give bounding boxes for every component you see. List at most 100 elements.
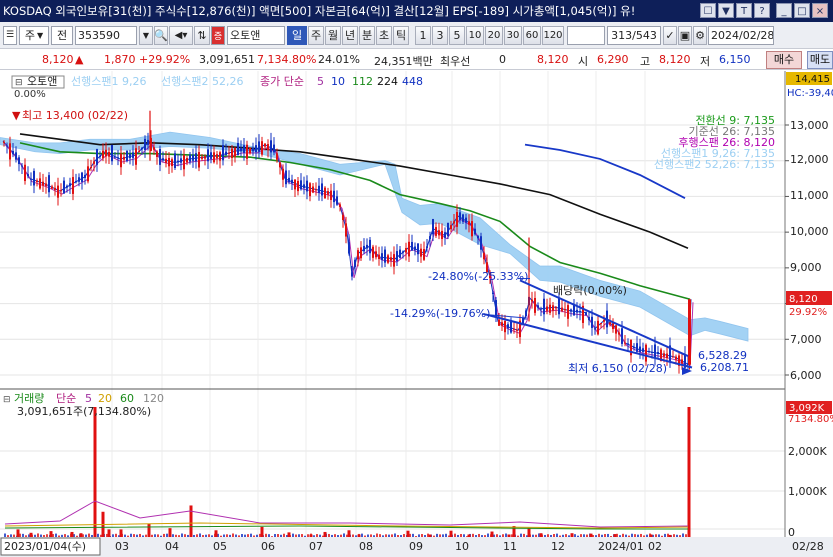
- candle-body: [651, 351, 653, 353]
- sort-icon[interactable]: ⇅: [194, 25, 210, 45]
- candle-body: [579, 310, 581, 313]
- volume-bar-small: [256, 534, 258, 537]
- tab-monthly[interactable]: 월: [325, 25, 341, 45]
- window-title: KOSDAQ 외국인보유[31(천)] 주식수[12,876(천)] 액면[50…: [3, 4, 636, 18]
- maximize-icon[interactable]: □: [794, 3, 810, 18]
- candle-body: [657, 352, 659, 354]
- candle-body: [186, 158, 188, 163]
- interval-60[interactable]: 60: [523, 25, 541, 45]
- dropdown-icon[interactable]: ▼: [718, 3, 734, 18]
- text-icon[interactable]: T: [736, 3, 752, 18]
- tab-yearly[interactable]: 년: [342, 25, 358, 45]
- volume-bar-small: [382, 535, 384, 537]
- close-icon[interactable]: ×: [812, 3, 828, 18]
- x-axis-end: 02/28: [792, 540, 824, 553]
- annotation-line2: 6,208.71: [700, 361, 749, 374]
- volume-bar-small: [268, 534, 270, 537]
- volume-bar-small: [229, 534, 231, 537]
- candle-body: [387, 255, 389, 263]
- volume-bar-small: [136, 534, 138, 537]
- price-volume-chart[interactable]: 오토앤 ⊟ 선행스팬1 9,26 선행스팬2 52,26 종가 단순 5 10 …: [0, 71, 833, 557]
- candle-body: [84, 174, 86, 178]
- interval-20[interactable]: 20: [485, 25, 503, 45]
- volume-bar-small: [664, 533, 666, 537]
- volume-ma-label: 단순: [56, 392, 76, 405]
- candle-body: [675, 356, 677, 360]
- open-label: 시: [578, 55, 589, 68]
- settings-icon[interactable]: ⚙: [693, 25, 707, 45]
- volume-bar-small: [676, 534, 678, 537]
- candle-body: [45, 183, 47, 186]
- interval-5[interactable]: 5: [449, 25, 465, 45]
- volume-bar: [119, 529, 123, 537]
- interval-120[interactable]: 120: [542, 25, 564, 45]
- volume-bar-small: [370, 534, 372, 537]
- candle-body: [363, 245, 365, 252]
- volume-bar: [49, 531, 53, 537]
- tab-daily[interactable]: 일: [287, 25, 307, 45]
- candle-body: [126, 150, 128, 162]
- code-dropdown-icon[interactable]: ▼: [139, 25, 153, 45]
- candle-body: [435, 227, 437, 236]
- up-arrow-icon: ▲: [75, 53, 84, 66]
- candle-body: [543, 298, 545, 315]
- buy-button[interactable]: 매수: [766, 51, 802, 69]
- date-input[interactable]: 2024/02/28: [708, 25, 774, 45]
- interval-10[interactable]: 10: [466, 25, 484, 45]
- volume-bar-small: [634, 534, 636, 537]
- minimize-icon[interactable]: _: [776, 3, 792, 18]
- candle-body: [402, 251, 404, 253]
- volume-ma5: 5: [85, 392, 92, 405]
- chart-area[interactable]: 오토앤 ⊟ 선행스팬1 9,26 선행스팬2 52,26 종가 단순 5 10 …: [0, 71, 833, 557]
- volume-bar-small: [127, 535, 129, 537]
- legend-minus-icon: ⊟: [15, 78, 23, 88]
- tab-minute[interactable]: 분: [359, 25, 375, 45]
- candle-body: [648, 351, 650, 353]
- tab-second[interactable]: 초: [376, 25, 392, 45]
- candle-body: [384, 249, 386, 263]
- candle-body: [90, 166, 92, 168]
- candle-body: [576, 309, 578, 313]
- volume-bar-small: [502, 534, 504, 537]
- stock-code-input[interactable]: 353590: [75, 25, 137, 45]
- volume-value: 3,091,651: [199, 53, 255, 66]
- interval-1[interactable]: 1: [415, 25, 431, 45]
- range-icon[interactable]: ✓: [663, 25, 677, 45]
- volume-bar: [490, 531, 494, 537]
- interval-30[interactable]: 30: [504, 25, 522, 45]
- volume-bar-small: [67, 535, 69, 537]
- annotation-drop1: -24.80%(-25.33%): [428, 270, 528, 283]
- candle-body: [9, 143, 11, 160]
- custom-interval-input[interactable]: [567, 25, 605, 45]
- menu-icon[interactable]: ☐: [700, 3, 716, 18]
- type-select[interactable]: 전: [51, 25, 73, 45]
- candle-body: [249, 147, 251, 154]
- legend-stock-name: 오토앤: [27, 75, 57, 88]
- search-icon[interactable]: 🔍: [154, 25, 168, 45]
- tab-tick[interactable]: 틱: [393, 25, 409, 45]
- candle-body: [498, 319, 500, 326]
- volume-bar-small: [235, 534, 237, 537]
- volume-bar-small: [25, 535, 27, 537]
- sell-button[interactable]: 매도: [807, 51, 833, 69]
- market-select[interactable]: 주 ▼: [19, 25, 49, 45]
- candle-body: [315, 189, 317, 191]
- axis-hc-value: HC:-39,40: [787, 88, 833, 99]
- candle-body: [108, 151, 110, 157]
- speaker-icon[interactable]: ◀▾: [169, 25, 193, 45]
- candle-body: [261, 141, 263, 155]
- volume-bar-small: [145, 534, 147, 537]
- candle-body: [60, 190, 62, 192]
- candle-body: [336, 196, 338, 205]
- tab-weekly[interactable]: 주: [308, 25, 324, 45]
- candle-body: [468, 221, 470, 225]
- candle-body: [204, 156, 206, 159]
- save-icon[interactable]: ▣: [678, 25, 692, 45]
- interval-3[interactable]: 3: [432, 25, 448, 45]
- candle-body: [432, 219, 434, 235]
- volume-bar-small: [553, 534, 555, 537]
- candle-body: [159, 148, 161, 165]
- volume-bar-small: [481, 535, 483, 537]
- help-icon[interactable]: ?: [754, 3, 770, 18]
- volume-bar-small: [55, 533, 57, 537]
